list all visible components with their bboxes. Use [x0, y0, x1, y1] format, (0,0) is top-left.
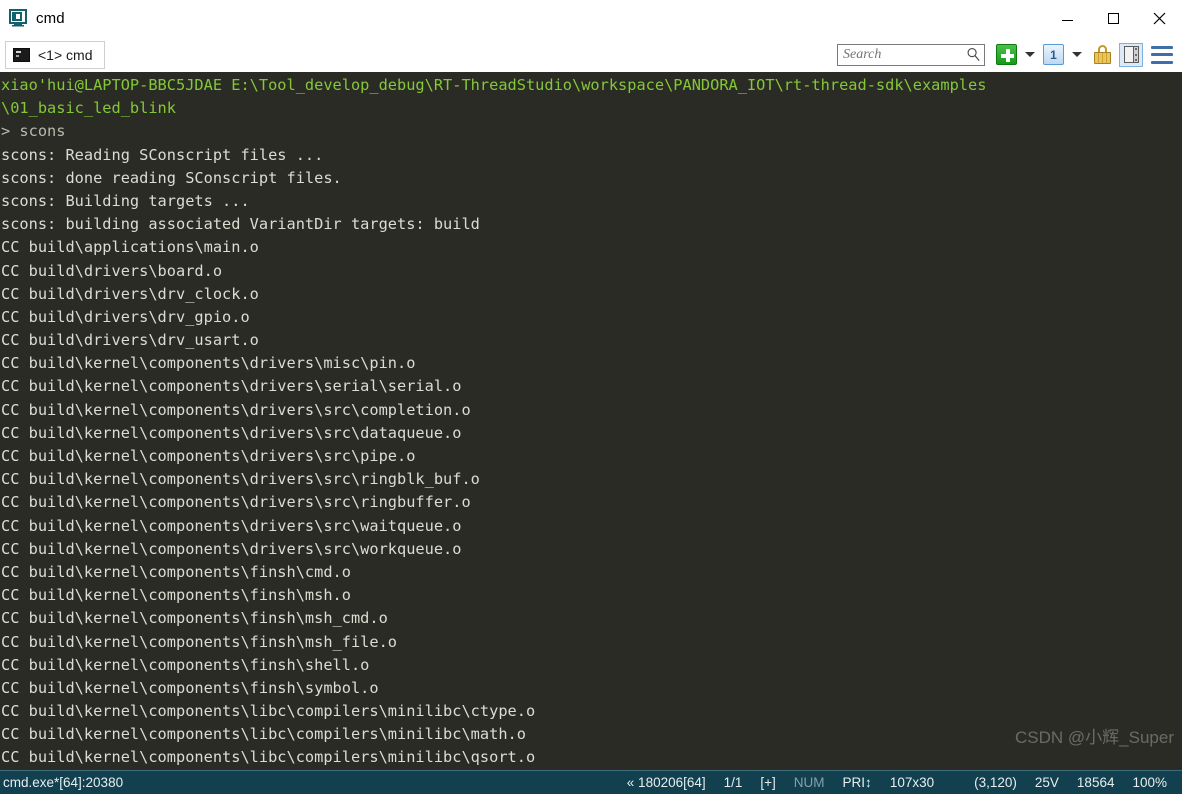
terminal-line: CC build\kernel\components\drivers\misc\…	[1, 354, 416, 373]
toolbar: 1	[837, 42, 1176, 68]
terminal-line: CC build\kernel\components\finsh\symbol.…	[1, 678, 379, 697]
status-memory: 18564	[1076, 775, 1115, 790]
console-app-icon	[9, 9, 27, 27]
terminal-line: CC build\drivers\drv_clock.o	[1, 284, 259, 303]
console-icon	[13, 47, 30, 62]
status-bar: cmd.exe*[64]:20380 « 180206[64] 1/1 [+] …	[0, 770, 1182, 794]
terminal-line: scons: Reading SConscript files ...	[1, 145, 324, 164]
search-box[interactable]	[837, 43, 985, 66]
close-button[interactable]	[1136, 0, 1182, 37]
tab-bar: <1> cmd 1	[0, 37, 1182, 72]
search-icon[interactable]	[966, 47, 981, 62]
new-console-button[interactable]	[994, 42, 1017, 68]
terminal-line: CC build\kernel\components\drivers\src\p…	[1, 447, 416, 465]
console-number-icon: 1	[1043, 44, 1064, 65]
window-controls	[1044, 0, 1182, 37]
terminal-line: \01_basic_led_blink	[1, 99, 176, 118]
active-console-button[interactable]: 1	[1043, 42, 1064, 68]
tab-cmd-1[interactable]: <1> cmd	[5, 40, 106, 69]
status-num-lock: NUM	[793, 775, 825, 790]
terminal-line: CC build\kernel\components\finsh\shell.o	[1, 655, 370, 674]
status-scroll: 25V	[1034, 775, 1059, 790]
terminal-line: CC build\applications\main.o	[1, 238, 259, 257]
title-bar: cmd	[0, 0, 1182, 37]
new-console-chevron-down-icon[interactable]	[1025, 52, 1035, 57]
terminal-line: CC build\kernel\components\drivers\src\c…	[1, 400, 471, 419]
new-console-icon	[996, 44, 1017, 65]
terminal-line: CC build\kernel\components\drivers\src\d…	[1, 423, 462, 442]
terminal-lines: xiao'hui@LAPTOP-BBC5JDAE E:\Tool_develop…	[1, 74, 1182, 770]
terminal-line: CC build\kernel\components\finsh\cmd.o	[1, 562, 351, 581]
terminal-output-area[interactable]: xiao'hui@LAPTOP-BBC5JDAE E:\Tool_develop…	[0, 72, 1182, 770]
lock-icon	[1093, 44, 1112, 65]
status-console-size: 107x30	[889, 775, 935, 790]
status-pages: 1/1	[723, 775, 743, 790]
lock-button[interactable]	[1090, 42, 1119, 68]
terminal-line: CC build\kernel\components\drivers\src\r…	[1, 493, 471, 512]
terminal-line: CC build\drivers\board.o	[1, 261, 223, 280]
maximize-icon	[1107, 12, 1119, 24]
window-title: cmd	[36, 9, 65, 27]
maximize-button[interactable]	[1090, 0, 1136, 37]
terminal-line: CC build\kernel\components\finsh\msh_fil…	[1, 632, 398, 651]
terminal-line: CC build\kernel\components\finsh\msh_cmd…	[1, 609, 388, 628]
terminal-line: CC build\kernel\components\libc\compiler…	[1, 702, 536, 721]
terminal-line: CC build\kernel\components\drivers\src\w…	[1, 516, 462, 535]
status-cursor-position: (3,120)	[974, 775, 1017, 790]
minimize-button[interactable]	[1044, 0, 1090, 37]
toggle-panel-button[interactable]	[1119, 42, 1151, 68]
status-right-group: « 180206[64] 1/1 [+] NUM PRI↕ 107x30 (3,…	[618, 775, 1176, 790]
toggle-panel-icon	[1119, 42, 1143, 67]
terminal-line: CC build\kernel\components\libc\compiler…	[1, 725, 526, 744]
console-window: cmd <1> cmd Search 1 xiao'hui@LAPTOP-BBC…	[0, 0, 1182, 794]
hamburger-menu-icon	[1151, 45, 1173, 64]
close-icon	[1153, 12, 1165, 24]
terminal-line: CC build\kernel\components\drivers\src\r…	[1, 470, 480, 489]
terminal-line: CC build\drivers\drv_usart.o	[1, 331, 259, 350]
terminal-line: scons: building associated VariantDir ta…	[1, 215, 480, 234]
terminal-line: CC build\kernel\components\libc\compiler…	[1, 748, 536, 767]
search-input[interactable]	[843, 46, 966, 63]
terminal-line: CC build\kernel\components\drivers\seria…	[1, 377, 462, 396]
terminal-line: > scons	[1, 122, 66, 141]
terminal-line: scons: done reading SConscript files.	[1, 168, 342, 187]
status-priority: PRI↕	[842, 775, 872, 790]
active-console-chevron-down-icon[interactable]	[1072, 52, 1082, 57]
main-menu-button[interactable]	[1151, 42, 1176, 68]
status-build: « 180206[64]	[626, 775, 706, 790]
terminal-line: xiao'hui@LAPTOP-BBC5JDAE E:\Tool_develop…	[1, 76, 987, 94]
status-insert-mode: [+]	[760, 775, 776, 790]
tab-label: <1> cmd	[38, 46, 93, 63]
terminal-line: CC build\drivers\drv_gpio.o	[1, 307, 250, 326]
status-zoom: 100%	[1132, 775, 1167, 790]
terminal-line: CC build\kernel\components\finsh\msh.o	[1, 586, 351, 605]
terminal-line: scons: Building targets ...	[1, 191, 250, 210]
minimize-icon	[1061, 20, 1073, 21]
terminal-line: CC build\kernel\components\drivers\src\w…	[1, 539, 462, 558]
status-process: cmd.exe*[64]:20380	[3, 775, 124, 790]
